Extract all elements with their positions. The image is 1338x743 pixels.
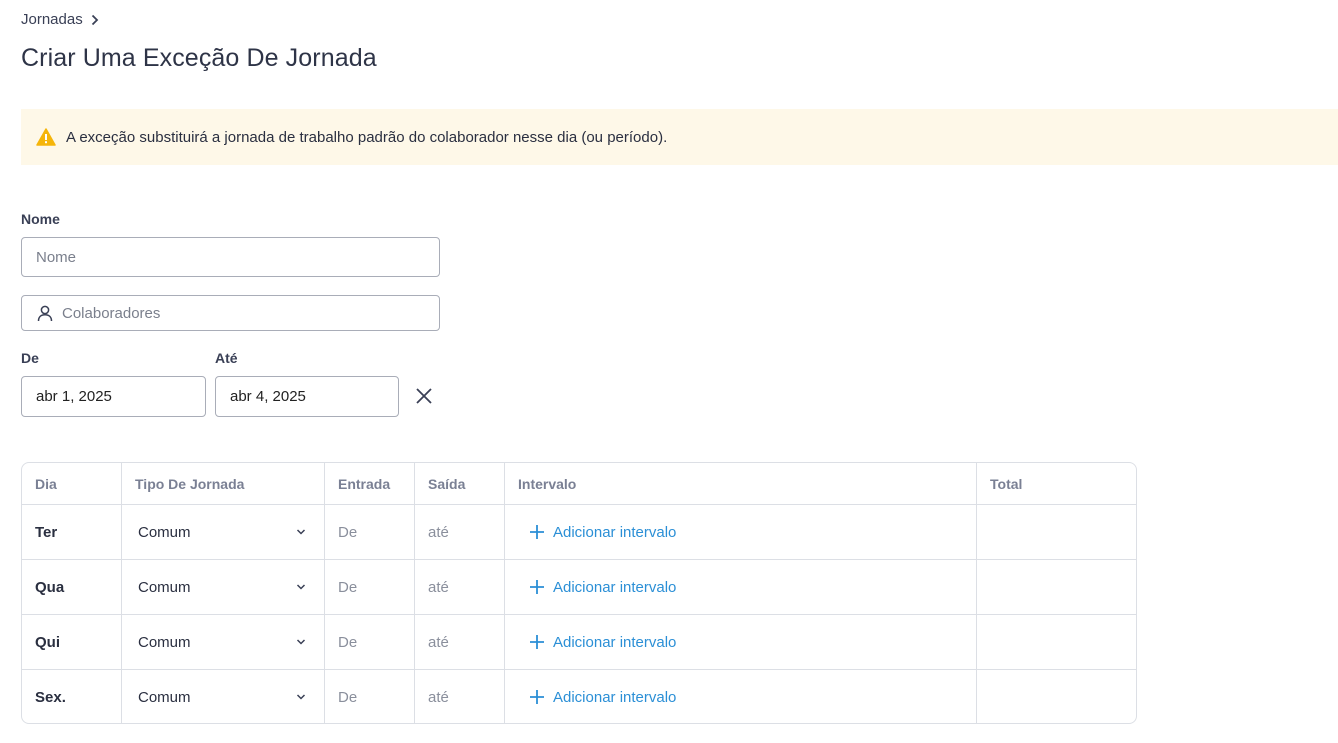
collaborators-placeholder: Colaboradores [62,304,161,322]
total-cell [976,505,1136,559]
add-interval-label: Adicionar intervalo [553,523,677,541]
add-interval-label: Adicionar intervalo [553,578,677,596]
column-header: Dia [35,475,57,492]
schedule-type-select[interactable]: Comum [121,615,324,669]
to-date-input[interactable]: abr 4, 2025 [215,376,399,417]
day-cell: Qui [35,633,60,651]
column-header: Saída [414,463,504,504]
close-icon[interactable] [414,386,434,406]
to-date-value: abr 4, 2025 [230,388,306,405]
info-alert: A exceção substituirá a jornada de traba… [21,109,1338,165]
add-interval-label: Adicionar intervalo [553,633,677,651]
breadcrumb-item-jornadas[interactable]: Jornadas [21,11,83,28]
plus-icon [530,580,544,594]
column-header: Tipo De Jornada [121,463,324,504]
add-interval-button[interactable]: Adicionar intervalo [504,505,976,559]
schedule-type-select[interactable]: Comum [121,670,324,723]
from-date-input[interactable]: abr 1, 2025 [21,376,206,417]
table-row: Qua Comum De até Adicionar intervalo [22,559,1136,614]
name-placeholder: Nome [36,248,77,266]
breadcrumb[interactable]: Jornadas [21,11,101,28]
plus-icon [530,690,544,704]
add-interval-button[interactable]: Adicionar intervalo [504,560,976,614]
plus-icon [530,635,544,649]
total-cell [976,560,1136,614]
schedule-type-value: Comum [138,688,191,706]
add-interval-button[interactable]: Adicionar intervalo [504,670,976,723]
column-header: Intervalo [504,463,976,504]
alert-text: A exceção substituirá a jornada de traba… [66,128,668,146]
table-row: Ter Comum De até Adicionar intervalo [22,504,1136,559]
add-interval-button[interactable]: Adicionar intervalo [504,615,976,669]
collaborators-input[interactable]: Colaboradores [21,295,440,331]
warning-icon [36,128,56,146]
total-cell [976,615,1136,669]
table-header: Dia Tipo De Jornada Entrada Saída Interv… [22,463,1136,504]
schedule-type-value: Comum [138,633,191,651]
to-label: Até [215,350,238,366]
plus-icon [530,525,544,539]
exit-time-input[interactable]: até [414,560,504,614]
day-cell: Sex. [35,688,66,706]
schedule-type-select[interactable]: Comum [121,560,324,614]
schedule-type-value: Comum [138,523,191,541]
entry-time-input[interactable]: De [324,615,414,669]
from-label: De [21,350,39,366]
entry-time-input[interactable]: De [324,505,414,559]
chevron-down-icon [296,529,306,535]
exit-time-input[interactable]: até [414,670,504,723]
table-row: Qui Comum De até Adicionar intervalo [22,614,1136,669]
schedule-type-value: Comum [138,578,191,596]
user-icon [37,305,53,322]
chevron-right-icon [91,14,98,25]
day-cell: Qua [35,578,65,596]
name-label: Nome [21,211,60,227]
column-header: Total [976,463,1136,504]
page-title: Criar Uma Exceção De Jornada [21,44,377,72]
from-date-value: abr 1, 2025 [36,388,112,405]
schedule-type-select[interactable]: Comum [121,505,324,559]
column-header: Entrada [324,463,414,504]
exit-time-input[interactable]: até [414,505,504,559]
chevron-down-icon [296,584,306,590]
entry-time-input[interactable]: De [324,560,414,614]
exit-time-input[interactable]: até [414,615,504,669]
table-row: Sex. Comum De até Adicionar intervalo [22,669,1136,723]
schedule-table: Dia Tipo De Jornada Entrada Saída Interv… [21,462,1137,724]
entry-time-input[interactable]: De [324,670,414,723]
name-input[interactable]: Nome [21,237,440,277]
add-interval-label: Adicionar intervalo [553,688,677,706]
day-cell: Ter [35,523,58,541]
chevron-down-icon [296,694,306,700]
chevron-down-icon [296,639,306,645]
total-cell [976,670,1136,723]
